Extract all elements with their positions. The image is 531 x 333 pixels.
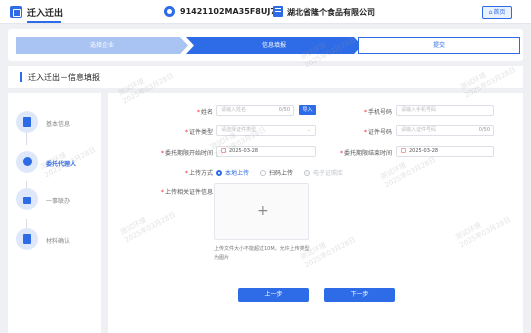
upload-label: *上传相关证件信息 [160,189,213,196]
radio-dot [304,170,310,176]
radio-e-license: 电子证照库 [304,168,343,177]
step-submit[interactable]: 提交 [358,37,520,54]
form-panel: *姓名 请输入姓名 0/50 导入 *手机号码 请输入手机号码 *证件类型 请选择… [108,93,523,333]
radio-local-upload[interactable]: 本地上传 [216,168,249,177]
name-label: *姓名 [196,109,213,116]
sidebar-item-agent[interactable]: 委托代理人 [8,143,101,181]
section-header: 迁入迁出－信息填报 [8,66,523,88]
phone-label: *手机号码 [363,109,392,116]
home-button[interactable]: ⌂首页 [482,6,512,19]
company-icon [273,6,283,17]
upload-method-label: *上传方式 [184,170,213,177]
sidebar-item-basic-info[interactable]: 基本信息 [8,103,101,141]
chevron-down-icon: ⌄ [306,127,311,133]
cert-no-counter: 0/50 [478,127,490,133]
company-name: 湖北省隆个食品有限公司 [287,8,375,17]
step-fill-info[interactable]: 信息填报 [186,37,362,54]
calendar-icon [401,148,406,153]
end-date-picker[interactable]: 2025-03-28 [396,146,494,157]
calendar-icon [221,148,226,153]
cert-no-label: *证件号码 [363,129,392,136]
app-title: 迁入迁出 [27,9,64,19]
phone-input[interactable]: 请输入手机号码 [396,105,494,116]
radio-dot [260,170,266,176]
import-button[interactable]: 导入 [299,105,316,115]
document-icon [16,228,38,250]
app-header: 迁入迁出 91421102MA35F8UJ77 湖北省隆个食品有限公司 ⌂首页 [0,0,531,24]
credit-code-icon [164,6,175,17]
radio-dot [216,170,222,176]
end-date-label: *委托期限结束时间 [339,150,392,157]
section-title: 迁入迁出－信息填报 [28,73,100,82]
sidebar-item-label: 一事联办 [46,198,71,205]
cert-type-select[interactable]: 请选择证件类型 ⌄ [216,125,316,136]
credit-code: 91421102MA35F8UJ77 [180,7,282,16]
upload-area[interactable]: + [214,183,309,240]
sidebar-item-label: 委托代理人 [46,161,77,168]
document-icon [16,111,38,133]
cert-type-label: *证件类型 [184,129,213,136]
sidebar-item-material-confirm[interactable]: 材料确认 [8,220,101,258]
plus-icon: + [257,203,269,219]
name-counter: 0/50 [278,107,290,113]
sidebar: 基本信息 委托代理人 一事联办 材料确认 [8,93,101,333]
logo-icon [10,6,22,18]
step-select-company[interactable]: 选择企业 [16,37,188,54]
radio-scan-upload[interactable]: 扫码上传 [260,168,293,177]
step-indicator: 选择企业 信息填报 提交 [8,29,523,61]
prev-button[interactable]: 上一步 [238,288,309,302]
home-icon: ⌂ [488,9,493,16]
person-icon [16,151,38,173]
title-underline [27,21,61,23]
home-label: 首页 [493,9,506,16]
start-date-label: *委托期限开始时间 [160,150,213,157]
lock-icon [16,188,38,210]
start-date-picker[interactable]: 2025-03-28 [216,146,316,157]
section-accent-bar [20,72,22,82]
sidebar-item-label: 材料确认 [46,238,71,245]
name-input[interactable]: 请输入姓名 0/50 [216,105,294,116]
sidebar-item-label: 基本信息 [46,121,71,128]
cert-no-input[interactable]: 请输入证件号码 0/50 [396,125,494,136]
next-button[interactable]: 下一步 [324,288,395,302]
sidebar-item-joint-handling[interactable]: 一事联办 [8,180,101,218]
upload-hint: 上传文件大小不能超过10M。允许上传类型为图片 [214,246,310,261]
